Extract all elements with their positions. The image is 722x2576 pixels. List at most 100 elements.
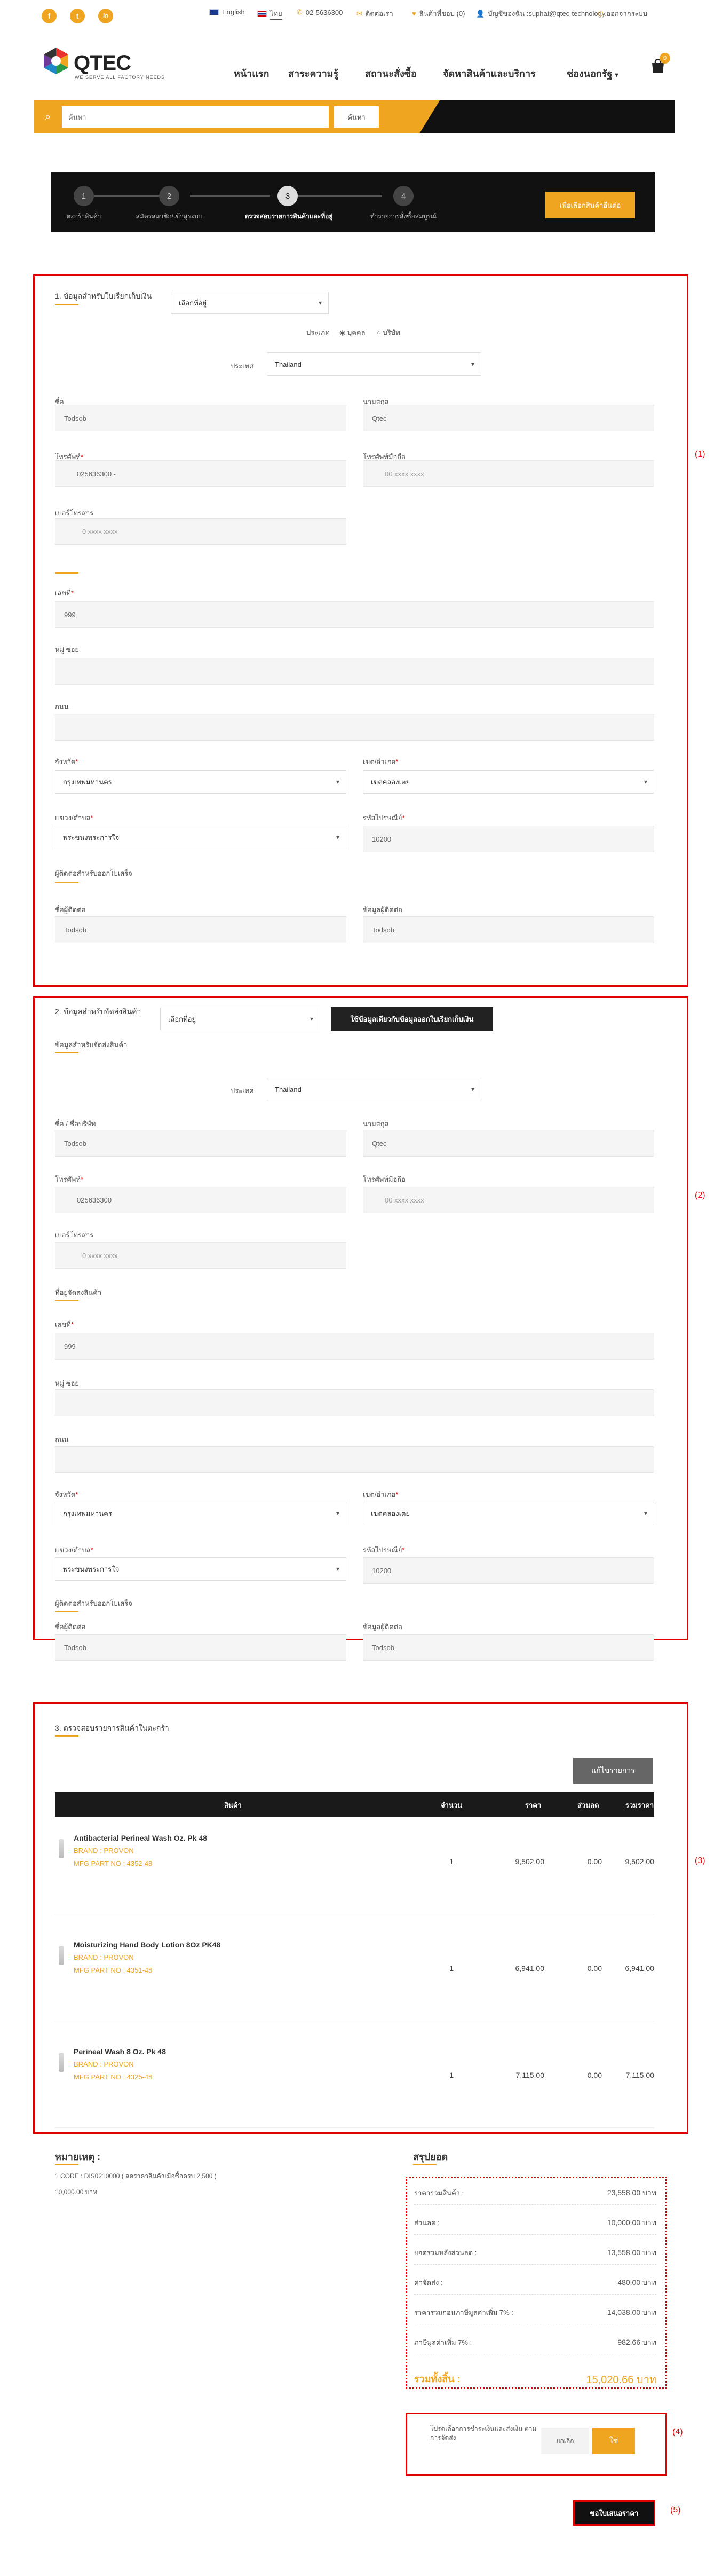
nav-knowledge[interactable]: สาระความรู้	[288, 66, 338, 81]
product-thumbnail[interactable]	[59, 2053, 64, 2072]
contact-name-label: ชื่อผู้ติดต่อ	[55, 906, 86, 914]
product-qty: 1	[449, 2071, 454, 2079]
first-name-label: ชื่อ / ชื่อบริษัท	[55, 1120, 96, 1128]
product-qty: 1	[449, 1964, 454, 1973]
shipping-fax-field[interactable]: 0 xxxx xxxx	[55, 1242, 346, 1269]
billing-road-field[interactable]	[55, 714, 654, 741]
shipping-subdistrict-select[interactable]: พระขนงพระการใจ	[55, 1557, 346, 1581]
billing-phone-field[interactable]: 025636300 -	[55, 460, 346, 487]
consent-yes-button[interactable]: ใช่	[592, 2428, 635, 2454]
shipping-last-name-field[interactable]: Qtec	[363, 1130, 654, 1157]
lang-th[interactable]: ไทย	[257, 8, 282, 20]
shipping-district-select[interactable]: เขตคลองเตย	[363, 1502, 654, 1525]
col-product: สินค้า	[224, 1801, 242, 1809]
billing-moo-field[interactable]	[55, 658, 654, 685]
billing-country-select[interactable]: Thailand	[267, 352, 481, 376]
request-quotation-button[interactable]: ขอใบเสนอราคา	[573, 2500, 655, 2526]
billing-district-select[interactable]: เขตคลองเตย	[363, 770, 654, 794]
billing-province-select[interactable]: กรุงเทพมหานคร	[55, 770, 346, 794]
title-underline	[55, 304, 78, 305]
product-name[interactable]: Moisturizing Hand Body Lotion 8Oz PK48	[74, 1941, 220, 1949]
shipping-zip-field[interactable]: 10200	[363, 1557, 654, 1584]
consent-no-button[interactable]: ยกเลิก	[541, 2428, 589, 2454]
step-connector	[94, 195, 163, 197]
district-value: เขตคลองเตย	[371, 1509, 410, 1518]
type-company-radio[interactable]: ○ บริษัท	[377, 327, 400, 338]
shipping-phone-field[interactable]: 025636300	[55, 1187, 346, 1213]
billing-section	[33, 274, 688, 987]
shipping-address-no-field[interactable]: 999	[55, 1333, 654, 1360]
annotation-label: (1)	[695, 450, 705, 459]
title-underline	[55, 2164, 78, 2165]
nav-order-status[interactable]: สถานะสั่งซื้อ	[365, 66, 417, 81]
billing-contact-name-field[interactable]: Todsob	[55, 916, 346, 943]
summary-label: ส่วนลด :	[414, 2219, 440, 2227]
shipping-first-name-field[interactable]: Todsob	[55, 1130, 346, 1157]
nav-procurement[interactable]: จัดหาสินค้าและบริการ	[443, 66, 536, 81]
billing-contact-info-field[interactable]: Todsob	[363, 916, 654, 943]
billing-first-name-field[interactable]: Todsob	[55, 405, 346, 431]
step-4-circle: 4	[393, 186, 414, 206]
lang-en[interactable]: English	[209, 8, 245, 16]
order-table-header	[55, 1792, 654, 1817]
product-part-no: MFG PART NO : 4352-48	[74, 1859, 153, 1867]
billing-fax-field[interactable]: 0 xxxx xxxx	[55, 518, 346, 545]
shipping-contact-info-field[interactable]: Todsob	[363, 1634, 654, 1661]
summary-value: 10,000.00 บาท	[607, 2218, 656, 2227]
shipping-moo-field[interactable]	[55, 1389, 654, 1416]
logo-text[interactable]: QTEC	[74, 51, 131, 75]
search-button[interactable]: ค้นหา	[334, 106, 379, 128]
product-price: 9,502.00	[515, 1857, 545, 1866]
shipping-country-select[interactable]: Thailand	[267, 1078, 481, 1101]
subdistrict-value: พระขนงพระการใจ	[63, 1565, 120, 1573]
address-no-label-text: เลขที่	[55, 589, 71, 597]
billing-last-name-field[interactable]: Qtec	[363, 405, 654, 431]
country-label: ประเทศ	[231, 362, 254, 370]
product-total: 7,115.00	[625, 2071, 654, 2079]
shipping-address-select[interactable]: เลือกที่อยู่	[160, 1008, 320, 1030]
continue-shopping-button[interactable]: เพื่อเลือกสินค้าอื่นต่อ	[545, 192, 635, 218]
facebook-icon[interactable]: f	[42, 9, 57, 23]
thai-flag-icon	[257, 11, 267, 17]
logo-icon[interactable]	[42, 46, 70, 75]
phone-link[interactable]: ✆ 02-5636300	[297, 8, 343, 17]
billing-mobile-field[interactable]: 00 xxxx xxxx	[363, 460, 654, 487]
billing-zip-field[interactable]: 10200	[363, 826, 654, 852]
grand-total-label: รวมทั้งสิ้น :	[414, 2374, 461, 2384]
nav-home[interactable]: หน้าแรก	[234, 66, 269, 81]
logout-icon: ⏻	[598, 9, 604, 18]
product-thumbnail[interactable]	[59, 1839, 64, 1858]
billing-subdistrict-select[interactable]: พระขนงพระการใจ	[55, 826, 346, 849]
cart-count-badge: 0	[660, 53, 670, 64]
twitter-icon[interactable]: t	[70, 9, 85, 23]
nav-more[interactable]: ช่องนอกรัฐ ▾	[567, 66, 618, 81]
shipping-road-field[interactable]	[55, 1446, 654, 1473]
favorites-link[interactable]: ♥ สินค้าที่ชอบ (0)	[412, 8, 465, 19]
logout-link[interactable]: ⏻ ออกจากระบบ	[598, 8, 647, 19]
type-person-radio[interactable]: ◉ บุคคล	[339, 327, 366, 338]
logo-tagline: WE SERVE ALL FACTORY NEEDS	[75, 75, 165, 80]
district-value: เขตคลองเตย	[371, 777, 410, 786]
linkedin-icon[interactable]: in	[98, 9, 113, 23]
edit-order-button[interactable]: แก้ไขรายการ	[573, 1758, 653, 1784]
account-link[interactable]: 👤 บัญชีของฉัน :suphat@qtec-technology.	[476, 8, 607, 19]
billing-address-no-field[interactable]: 999	[55, 601, 654, 628]
country-value: Thailand	[275, 360, 302, 368]
summary-divider	[414, 2294, 656, 2295]
contact-link[interactable]: ✉ ติดต่อเรา	[356, 8, 393, 19]
product-thumbnail[interactable]	[59, 1946, 64, 1965]
search-input[interactable]	[62, 106, 329, 128]
shipping-mobile-field[interactable]: 00 xxxx xxxx	[363, 1187, 654, 1213]
col-price: ราคา	[525, 1801, 542, 1809]
same-as-billing-button[interactable]: ใช้ข้อมูลเดียวกับข้อมูลออกใบเรียกเก็บเงิ…	[331, 1007, 493, 1031]
billing-address-select[interactable]: เลือกที่อยู่	[171, 292, 329, 314]
subdistrict-label-text: แขวง/ตำบล	[55, 1546, 91, 1554]
shipping-contact-name-field[interactable]: Todsob	[55, 1634, 346, 1661]
step-connector	[297, 195, 382, 197]
title-underline	[55, 1611, 78, 1612]
product-name[interactable]: Antibacterial Perineal Wash Oz. Pk 48	[74, 1834, 207, 1842]
nav-more-label: ช่องนอกรัฐ	[567, 68, 613, 79]
zip-label: รหัสไปรษณีย์*	[363, 1546, 405, 1554]
product-name[interactable]: Perineal Wash 8 Oz. Pk 48	[74, 2047, 166, 2056]
shipping-province-select[interactable]: กรุงเทพมหานคร	[55, 1502, 346, 1525]
